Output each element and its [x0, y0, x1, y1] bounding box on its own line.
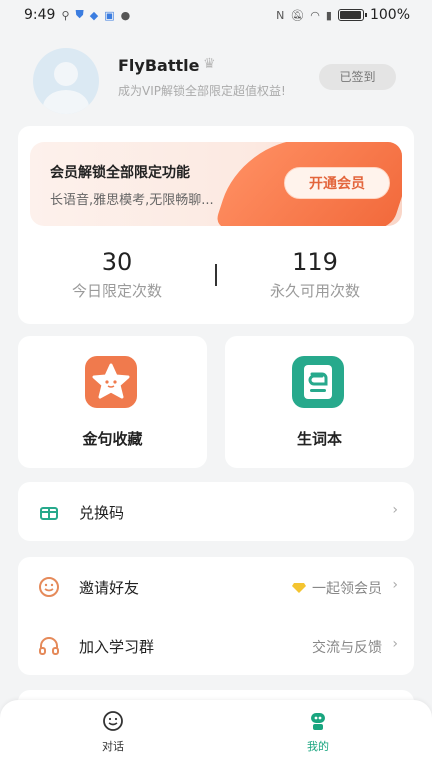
- favorite-quotes-label: 金句收藏: [82, 430, 143, 448]
- invite-row[interactable]: 邀请好友 一起领会员 ›: [18, 557, 414, 617]
- join-group-right: 交流与反馈: [312, 637, 382, 657]
- crown-icon: ♛: [203, 56, 216, 72]
- open-vip-button[interactable]: 开通会员: [284, 167, 390, 199]
- vip-title: 会员解锁全部限定功能: [50, 165, 190, 181]
- chevron-right-icon: ›: [392, 502, 398, 518]
- chevron-right-icon: ›: [392, 636, 398, 652]
- notebook-icon-graphic: [304, 365, 332, 399]
- chevron-right-icon: ›: [392, 577, 398, 593]
- tab-chat-label: 对话: [102, 740, 124, 753]
- stat-permanent: 119 永久可用次数: [230, 248, 400, 301]
- redeem-row[interactable]: 兑换码 ›: [18, 482, 414, 542]
- vip-card: 会员解锁全部限定功能 长语音,雅思模考,无限畅聊... 开通会员 30 今日限定…: [18, 126, 414, 324]
- join-group-row[interactable]: 加入学习群 交流与反馈 ›: [18, 616, 414, 676]
- status-time: 9:49: [24, 7, 56, 23]
- app-notification-icon: ▣: [104, 8, 115, 22]
- vip-banner[interactable]: 会员解锁全部限定功能 长语音,雅思模考,无限畅聊... 开通会员: [30, 142, 402, 226]
- nfc-icon: N: [276, 8, 285, 22]
- invite-right-text: 一起领会员: [312, 581, 382, 597]
- join-group-label: 加入学习群: [79, 638, 155, 656]
- smile-face-icon: [103, 711, 123, 731]
- gift-icon-graphic: [40, 507, 58, 520]
- status-bar: 9:49 ⚲ ⛊ ◆ ▣ ● N 🔕︎ ◠ ▮ 100%: [0, 0, 432, 30]
- smile-icon: [38, 576, 60, 598]
- battery-fill: [339, 11, 361, 19]
- shield-icon: ⛊: [75, 8, 84, 21]
- avatar-body: [43, 90, 89, 114]
- usb-icon: ⚲: [61, 8, 70, 22]
- profile-header: FlyBattle ♛ 成为VIP解锁全部限定超值权益! 已签到: [0, 40, 432, 120]
- stat-daily-limit-label: 今日限定次数: [71, 282, 162, 300]
- redeem-card: 兑换码 ›: [18, 482, 414, 541]
- gift-icon: [38, 501, 60, 523]
- vocabulary-book-card[interactable]: 生词本: [225, 336, 414, 468]
- join-group-right-text: 交流与反馈: [312, 640, 382, 656]
- bottom-tab-bar: 对话 我的: [0, 700, 432, 768]
- star-icon: [85, 356, 137, 408]
- robot-icon: [311, 713, 325, 730]
- bird-app-icon: ◆: [89, 8, 99, 22]
- avatar-head: [54, 62, 78, 86]
- stat-permanent-value: 119: [292, 248, 338, 276]
- stat-daily-limit-value: 30: [101, 248, 133, 276]
- invite-label: 邀请好友: [79, 579, 140, 597]
- vip-tip: 成为VIP解锁全部限定超值权益!: [118, 84, 286, 98]
- star-icon-graphic: [92, 363, 130, 399]
- vip-subtitle: 长语音,雅思模考,无限畅聊...: [50, 193, 214, 208]
- battery-percent: 100%: [369, 7, 410, 23]
- wechat-icon: ●: [120, 8, 131, 22]
- social-card: 邀请好友 一起领会员 › 加入学习群 交流与反馈 ›: [18, 557, 414, 675]
- checkin-button[interactable]: 已签到: [319, 64, 396, 90]
- diamond-icon: [292, 583, 306, 593]
- notebook-icon: [292, 356, 344, 408]
- headphones-icon: [38, 635, 60, 657]
- redeem-label: 兑换码: [79, 504, 125, 522]
- tab-chat[interactable]: 对话: [73, 710, 153, 754]
- headphones-icon-graphic: [39, 637, 59, 655]
- tab-mine[interactable]: 我的: [278, 710, 358, 754]
- stat-daily-limit: 30 今日限定次数: [32, 248, 202, 301]
- stat-divider: [215, 264, 217, 286]
- sim-icon: ▮: [325, 8, 332, 22]
- status-left: 9:49 ⚲ ⛊ ◆ ▣ ●: [24, 7, 130, 23]
- battery-icon: [337, 9, 367, 21]
- avatar[interactable]: [33, 48, 99, 114]
- stat-permanent-label: 永久可用次数: [269, 282, 360, 300]
- username: FlyBattle: [118, 56, 200, 75]
- invite-right: 一起领会员: [292, 578, 382, 598]
- smile-icon-graphic: [39, 577, 59, 597]
- mute-icon: 🔕︎: [290, 8, 305, 22]
- status-right: N 🔕︎ ◠ ▮ 100%: [276, 7, 410, 23]
- favorite-quotes-card[interactable]: 金句收藏: [18, 336, 207, 468]
- vocabulary-book-label: 生词本: [296, 430, 342, 448]
- wifi-icon: ◠: [310, 8, 320, 22]
- tab-mine-label: 我的: [307, 740, 329, 753]
